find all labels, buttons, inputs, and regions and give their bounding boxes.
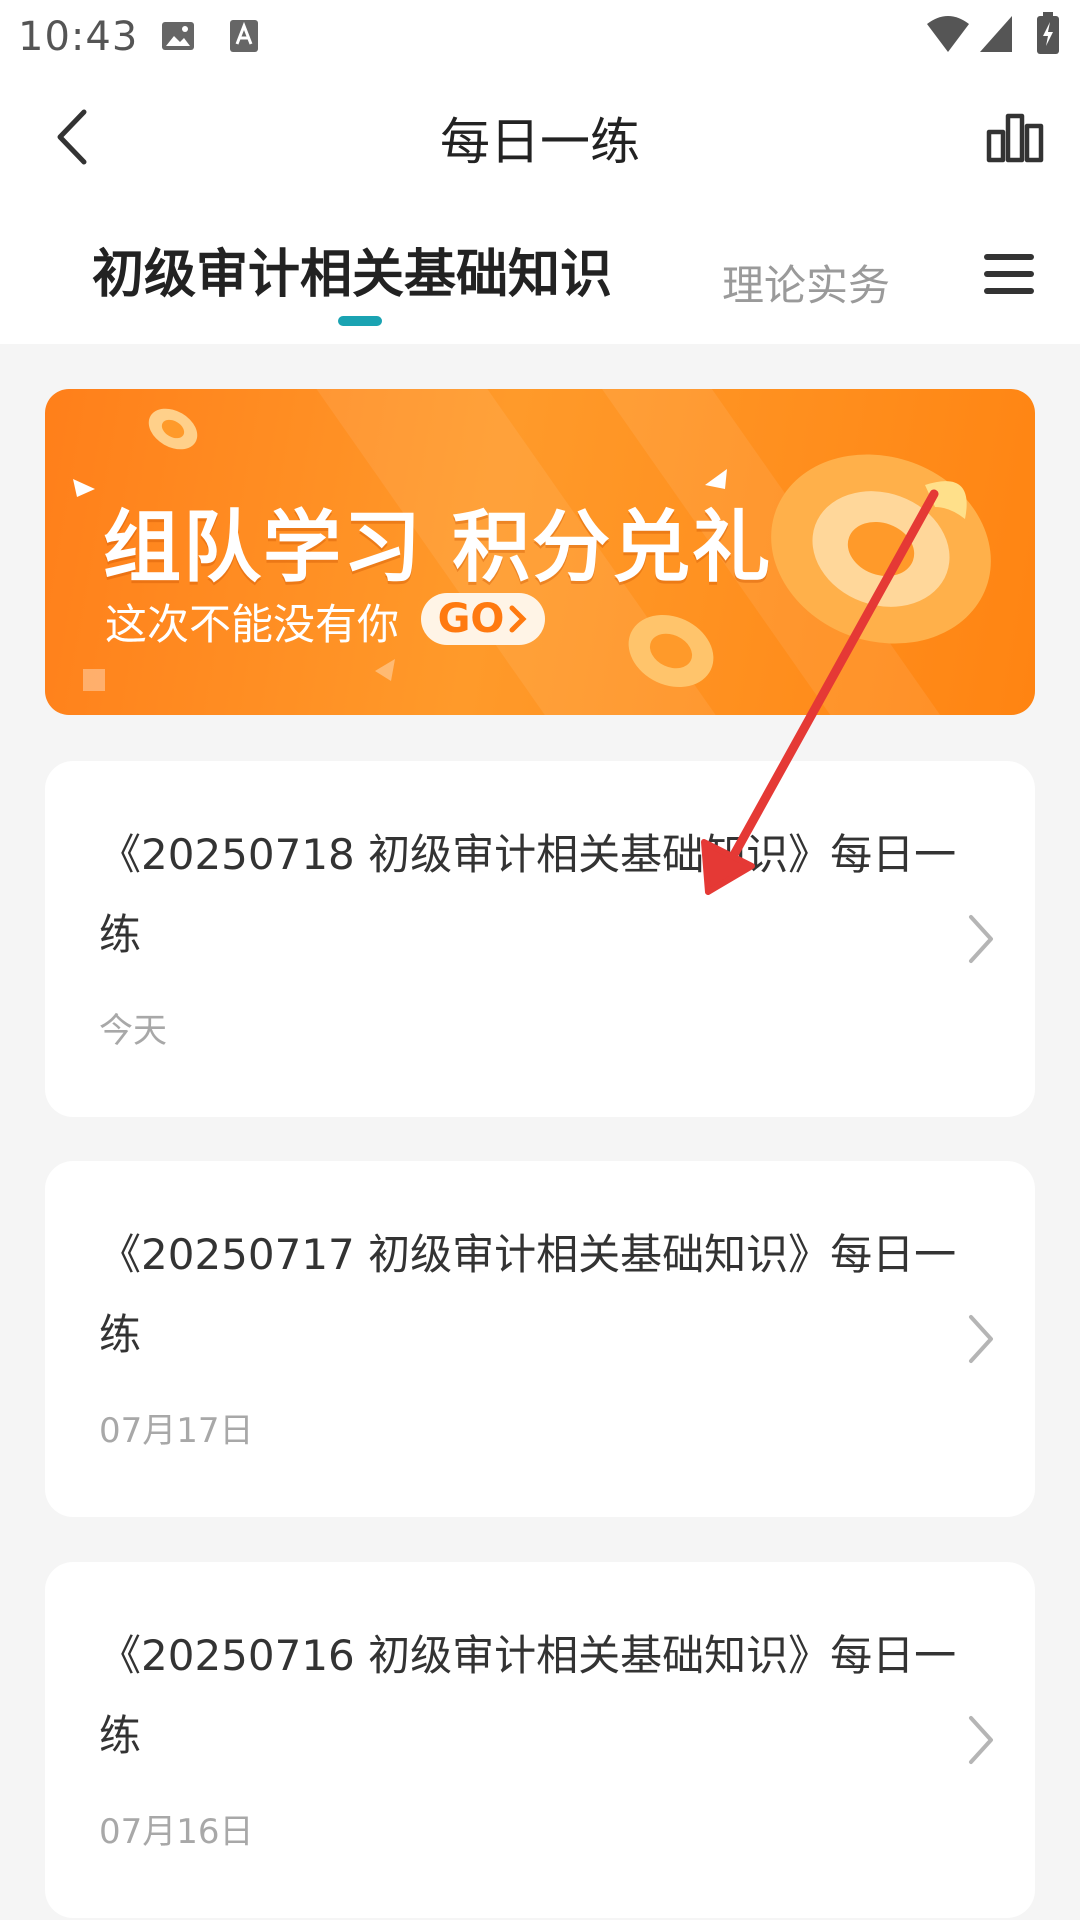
practice-date: 07月17日 [99,1411,254,1451]
go-label: GO [437,596,505,642]
image-notification-icon [160,18,196,58]
practice-date: 07月16日 [99,1812,254,1852]
chevron-right-icon [969,915,993,963]
hamburger-menu-icon [984,254,1034,294]
tab-basic-audit-knowledge[interactable]: 初级审计相关基础知识 [92,232,612,307]
gift-box-icon [771,454,991,644]
cellular-signal-icon [978,14,1014,58]
team-study-promo-banner[interactable]: 组队学习 积分兑礼 这次不能没有你 GO [45,389,1035,715]
active-tab-indicator [338,316,382,326]
coin-icon [628,615,714,687]
bar-chart-icon [986,113,1044,163]
daily-practice-screen: 10:43 每日一练 初级审计相关基础知识 理论实务 组队学习 积分兑礼 这次不… [0,0,1080,1920]
battery-charging-icon [1036,12,1060,58]
menu-button[interactable] [980,246,1040,302]
practice-card[interactable]: 《20250718 初级审计相关基础知识》每日一练 今天 [45,761,1035,1117]
status-bar: 10:43 [0,0,1080,72]
practice-title: 《20250718 初级审计相关基础知识》每日一练 [99,830,957,959]
practice-card[interactable]: 《20250716 初级审计相关基础知识》每日一练 07月16日 [45,1562,1035,1918]
practice-card[interactable]: 《20250717 初级审计相关基础知识》每日一练 07月17日 [45,1161,1035,1517]
practice-title: 《20250717 初级审计相关基础知识》每日一练 [99,1230,957,1359]
page-title: 每日一练 [440,113,640,171]
chevron-right-icon [969,1716,993,1764]
font-notification-icon [228,18,260,58]
app-header: 每日一练 [0,72,1080,202]
go-button[interactable]: GO [421,593,545,645]
tab-theory-practice[interactable]: 理论实务 [722,252,890,313]
wifi-icon [925,14,971,58]
coin-icon [148,408,198,450]
practice-title: 《20250716 初级审计相关基础知识》每日一练 [99,1631,957,1760]
statistics-button[interactable] [980,102,1050,172]
chevron-right-icon [509,605,527,633]
banner-subtitle: 这次不能没有你 [105,600,400,649]
practice-date: 今天 [99,1011,167,1051]
banner-title: 组队学习 积分兑礼 [103,503,773,593]
subject-tabs: 初级审计相关基础知识 理论实务 [0,202,1080,344]
chevron-right-icon [969,1315,993,1363]
status-time: 10:43 [18,14,139,60]
